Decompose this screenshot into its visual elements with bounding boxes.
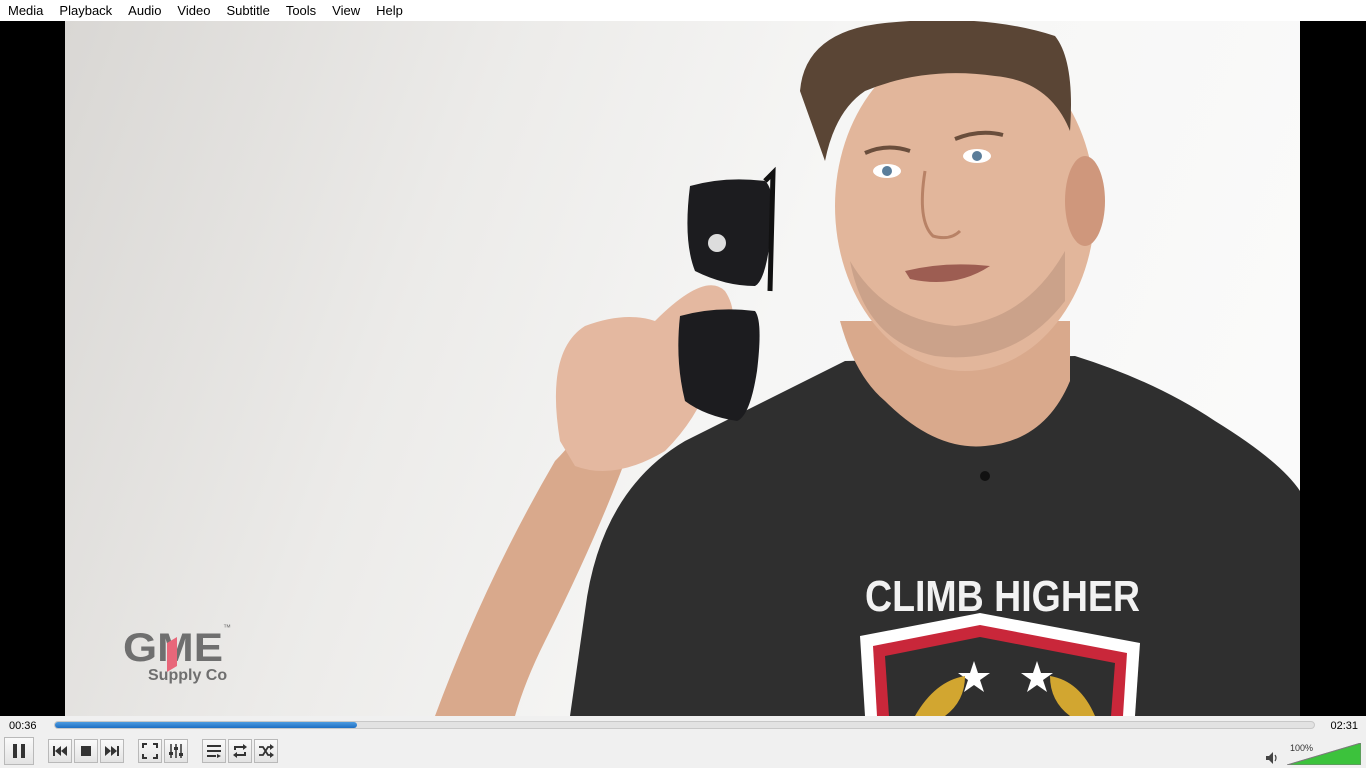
next-button[interactable] [100, 739, 124, 763]
menu-audio[interactable]: Audio [120, 0, 169, 21]
elapsed-time: 00:36 [9, 720, 37, 732]
menu-subtitle[interactable]: Subtitle [218, 0, 277, 21]
logo-subtitle: Supply Co [148, 667, 227, 684]
video-output[interactable]: CLIMB HIGHER GME ™ Supply Co [0, 21, 1366, 716]
shuffle-button[interactable] [254, 739, 278, 763]
loop-button[interactable] [228, 739, 252, 763]
next-icon [105, 746, 119, 756]
playlist-button[interactable] [202, 739, 226, 763]
gme-logo: GME ™ Supply Co [123, 623, 231, 684]
extended-settings-icon [169, 744, 183, 758]
menu-tools[interactable]: Tools [278, 0, 324, 21]
seek-bar-fill [55, 722, 358, 728]
menu-help[interactable]: Help [368, 0, 411, 21]
stop-icon [81, 746, 91, 756]
menu-playback[interactable]: Playback [51, 0, 120, 21]
pause-button[interactable] [4, 737, 34, 765]
seek-bar[interactable] [54, 721, 1315, 729]
menu-media[interactable]: Media [0, 0, 51, 21]
shuffle-icon [259, 744, 274, 758]
stop-button[interactable] [74, 739, 98, 763]
video-scene: CLIMB HIGHER GME ™ Supply Co [123, 21, 1300, 716]
extended-settings-button[interactable] [164, 739, 188, 763]
menu-view[interactable]: View [324, 0, 368, 21]
fullscreen-button[interactable] [138, 739, 162, 763]
loop-icon [233, 744, 247, 758]
previous-button[interactable] [48, 739, 72, 763]
pause-icon [13, 744, 25, 758]
shirt-text: CLIMB HIGHER [865, 572, 1140, 621]
menu-bar: Media Playback Audio Video Subtitle Tool… [0, 0, 1366, 21]
video-frame: CLIMB HIGHER GME ™ Supply Co [65, 21, 1300, 716]
volume-slider[interactable] [1287, 743, 1361, 765]
menu-video[interactable]: Video [169, 0, 218, 21]
logo-trademark: ™ [223, 623, 231, 632]
speaker-icon[interactable] [1265, 751, 1279, 765]
controls-bar: 100% [0, 736, 1366, 768]
playlist-icon [207, 745, 221, 758]
fullscreen-icon [142, 743, 158, 759]
seek-row: 00:36 02:31 [0, 716, 1366, 736]
previous-icon [53, 746, 67, 756]
total-time: 02:31 [1330, 720, 1358, 732]
